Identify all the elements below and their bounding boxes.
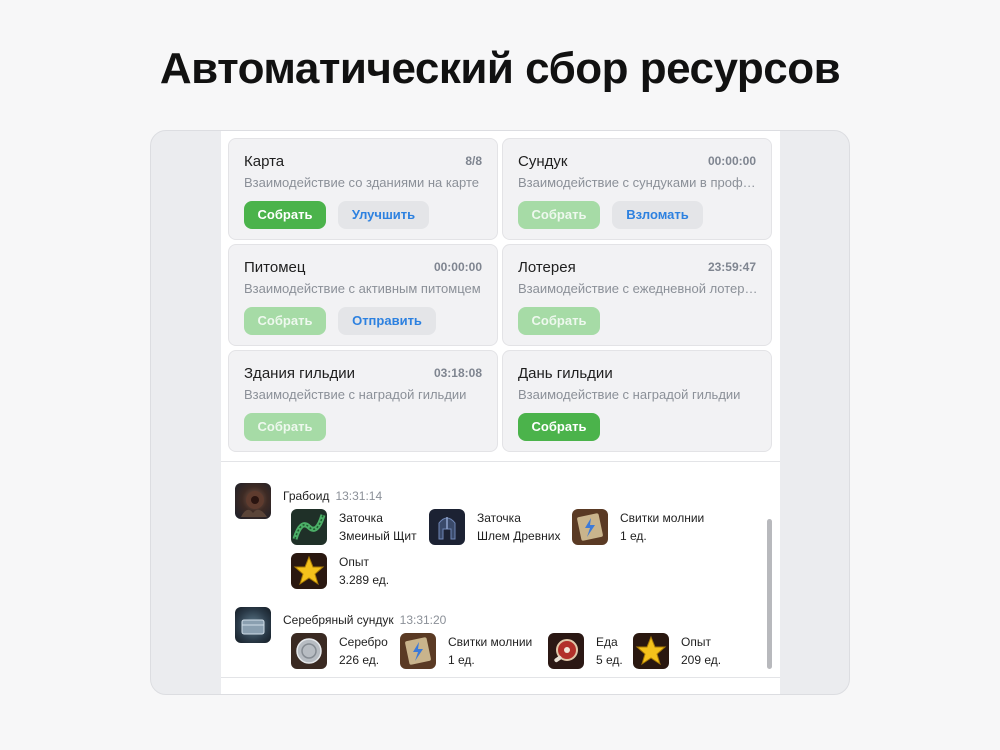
card-map: Карта 8/8 Взаимодействие со зданиями на … bbox=[228, 138, 498, 240]
card-description: Взаимодействие с ежедневной лотереей bbox=[518, 281, 758, 296]
item-name: Опыт bbox=[681, 635, 711, 649]
card-description: Взаимодействие с сундуками в профиле bbox=[518, 175, 758, 190]
item-name: Свитки молнии bbox=[448, 635, 533, 649]
send-button[interactable]: Отправить bbox=[338, 307, 436, 335]
card-description: Взаимодействие с активным питомцем bbox=[244, 281, 481, 296]
ancient-helmet-icon bbox=[429, 509, 465, 545]
card-guild-buildings: Здания гильдии 03:18:08 Взаимодействие с… bbox=[228, 350, 498, 452]
collect-button[interactable]: Собрать bbox=[244, 307, 326, 335]
page-headline: Автоматический сбор ресурсов bbox=[159, 44, 841, 93]
log-time: 13:31:20 bbox=[399, 613, 447, 627]
collect-button[interactable]: Собрать bbox=[518, 413, 600, 441]
collect-button[interactable]: Собрать bbox=[244, 413, 326, 441]
star-icon bbox=[633, 633, 669, 669]
collect-button[interactable]: Собрать bbox=[518, 201, 600, 229]
card-guild-tribute: Дань гильдии Взаимодействие с наградой г… bbox=[502, 350, 772, 452]
snake-shield-icon bbox=[291, 509, 327, 545]
log-source: Грабоид 13:31:14 bbox=[283, 489, 382, 503]
hack-button[interactable]: Взломать bbox=[612, 201, 703, 229]
collect-button[interactable]: Собрать bbox=[244, 201, 326, 229]
card-title: Питомец bbox=[244, 259, 306, 276]
log-time: 13:31:14 bbox=[335, 489, 383, 503]
item-detail: 5 ед. bbox=[596, 653, 623, 667]
item-name: Заточка bbox=[339, 511, 383, 525]
card-title: Здания гильдии bbox=[244, 365, 356, 382]
lightning-scroll-icon bbox=[400, 633, 436, 669]
item-detail: 1 ед. bbox=[448, 653, 475, 667]
log-source-name: Серебряный сундук bbox=[283, 613, 394, 627]
collect-button[interactable]: Собрать bbox=[518, 307, 600, 335]
card-timer: 00:00:00 bbox=[433, 260, 482, 274]
card-counter: 8/8 bbox=[465, 154, 482, 168]
lightning-scroll-icon bbox=[572, 509, 608, 545]
card-description: Взаимодействие с наградой гильдии bbox=[244, 387, 467, 402]
upgrade-button[interactable]: Улучшить bbox=[338, 201, 429, 229]
main-panel: Карта 8/8 Взаимодействие со зданиями на … bbox=[221, 131, 780, 694]
silver-coin-icon bbox=[291, 633, 327, 669]
item-detail: 209 ед. bbox=[681, 653, 722, 667]
card-description: Взаимодействие со зданиями на карте bbox=[244, 175, 480, 190]
meat-icon bbox=[548, 633, 584, 669]
item-detail: 226 ед. bbox=[339, 653, 380, 667]
item-name: Заточка bbox=[477, 511, 521, 525]
graboid-avatar-icon bbox=[235, 483, 271, 519]
bottom-divider bbox=[221, 677, 780, 678]
item-name: Опыт bbox=[339, 555, 369, 569]
log-source-name: Грабоид bbox=[283, 489, 330, 503]
card-timer: 23:59:47 bbox=[707, 260, 756, 274]
card-title: Дань гильдии bbox=[518, 365, 613, 382]
card-title: Сундук bbox=[518, 153, 568, 170]
item-detail: 3.289 ед. bbox=[339, 573, 390, 587]
card-title: Карта bbox=[244, 153, 285, 170]
item-detail: 1 ед. bbox=[620, 529, 647, 543]
card-chest: Сундук 00:00:00 Взаимодействие с сундука… bbox=[502, 138, 772, 240]
item-detail: Шлем Древних bbox=[477, 529, 561, 543]
item-name: Серебро bbox=[339, 635, 388, 649]
star-icon bbox=[291, 553, 327, 589]
item-detail: Змеиный Щит bbox=[339, 529, 417, 543]
card-lottery: Лотерея 23:59:47 Взаимодействие с ежедне… bbox=[502, 244, 772, 346]
card-pet: Питомец 00:00:00 Взаимодействие с активн… bbox=[228, 244, 498, 346]
log-scrollbar[interactable] bbox=[767, 519, 772, 669]
card-title: Лотерея bbox=[518, 259, 576, 276]
log-source: Серебряный сундук 13:31:20 bbox=[283, 613, 446, 627]
card-timer: 03:18:08 bbox=[433, 366, 482, 380]
card-description: Взаимодействие с наградой гильдии bbox=[518, 387, 741, 402]
item-name: Еда bbox=[596, 635, 618, 649]
silver-chest-avatar-icon bbox=[235, 607, 271, 643]
card-timer: 00:00:00 bbox=[707, 154, 756, 168]
app-frame: Карта 8/8 Взаимодействие со зданиями на … bbox=[150, 130, 850, 695]
item-name: Свитки молнии bbox=[620, 511, 705, 525]
section-divider bbox=[221, 461, 780, 462]
